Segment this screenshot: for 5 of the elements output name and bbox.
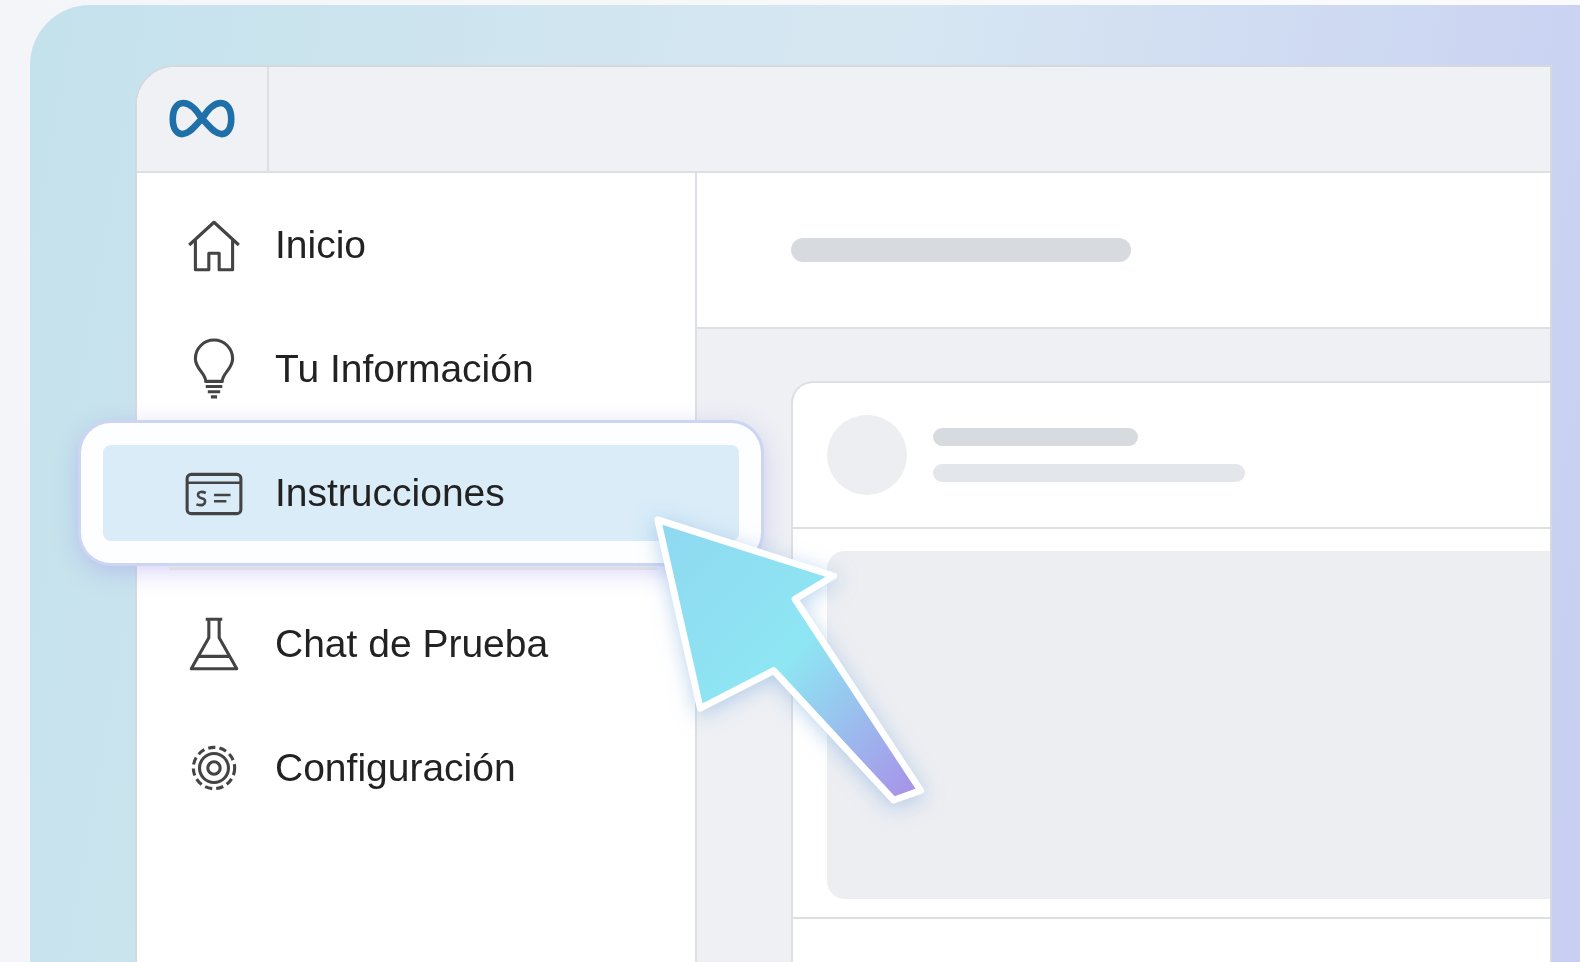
sidebar-item[interactable]: Instrucciones <box>81 423 761 563</box>
sidebar-item[interactable]: Configuración <box>137 718 695 818</box>
logo-icon <box>169 98 235 140</box>
sidebar-item[interactable]: Inicio <box>137 195 695 295</box>
sidebar-item[interactable]: Tu Información <box>137 319 695 419</box>
